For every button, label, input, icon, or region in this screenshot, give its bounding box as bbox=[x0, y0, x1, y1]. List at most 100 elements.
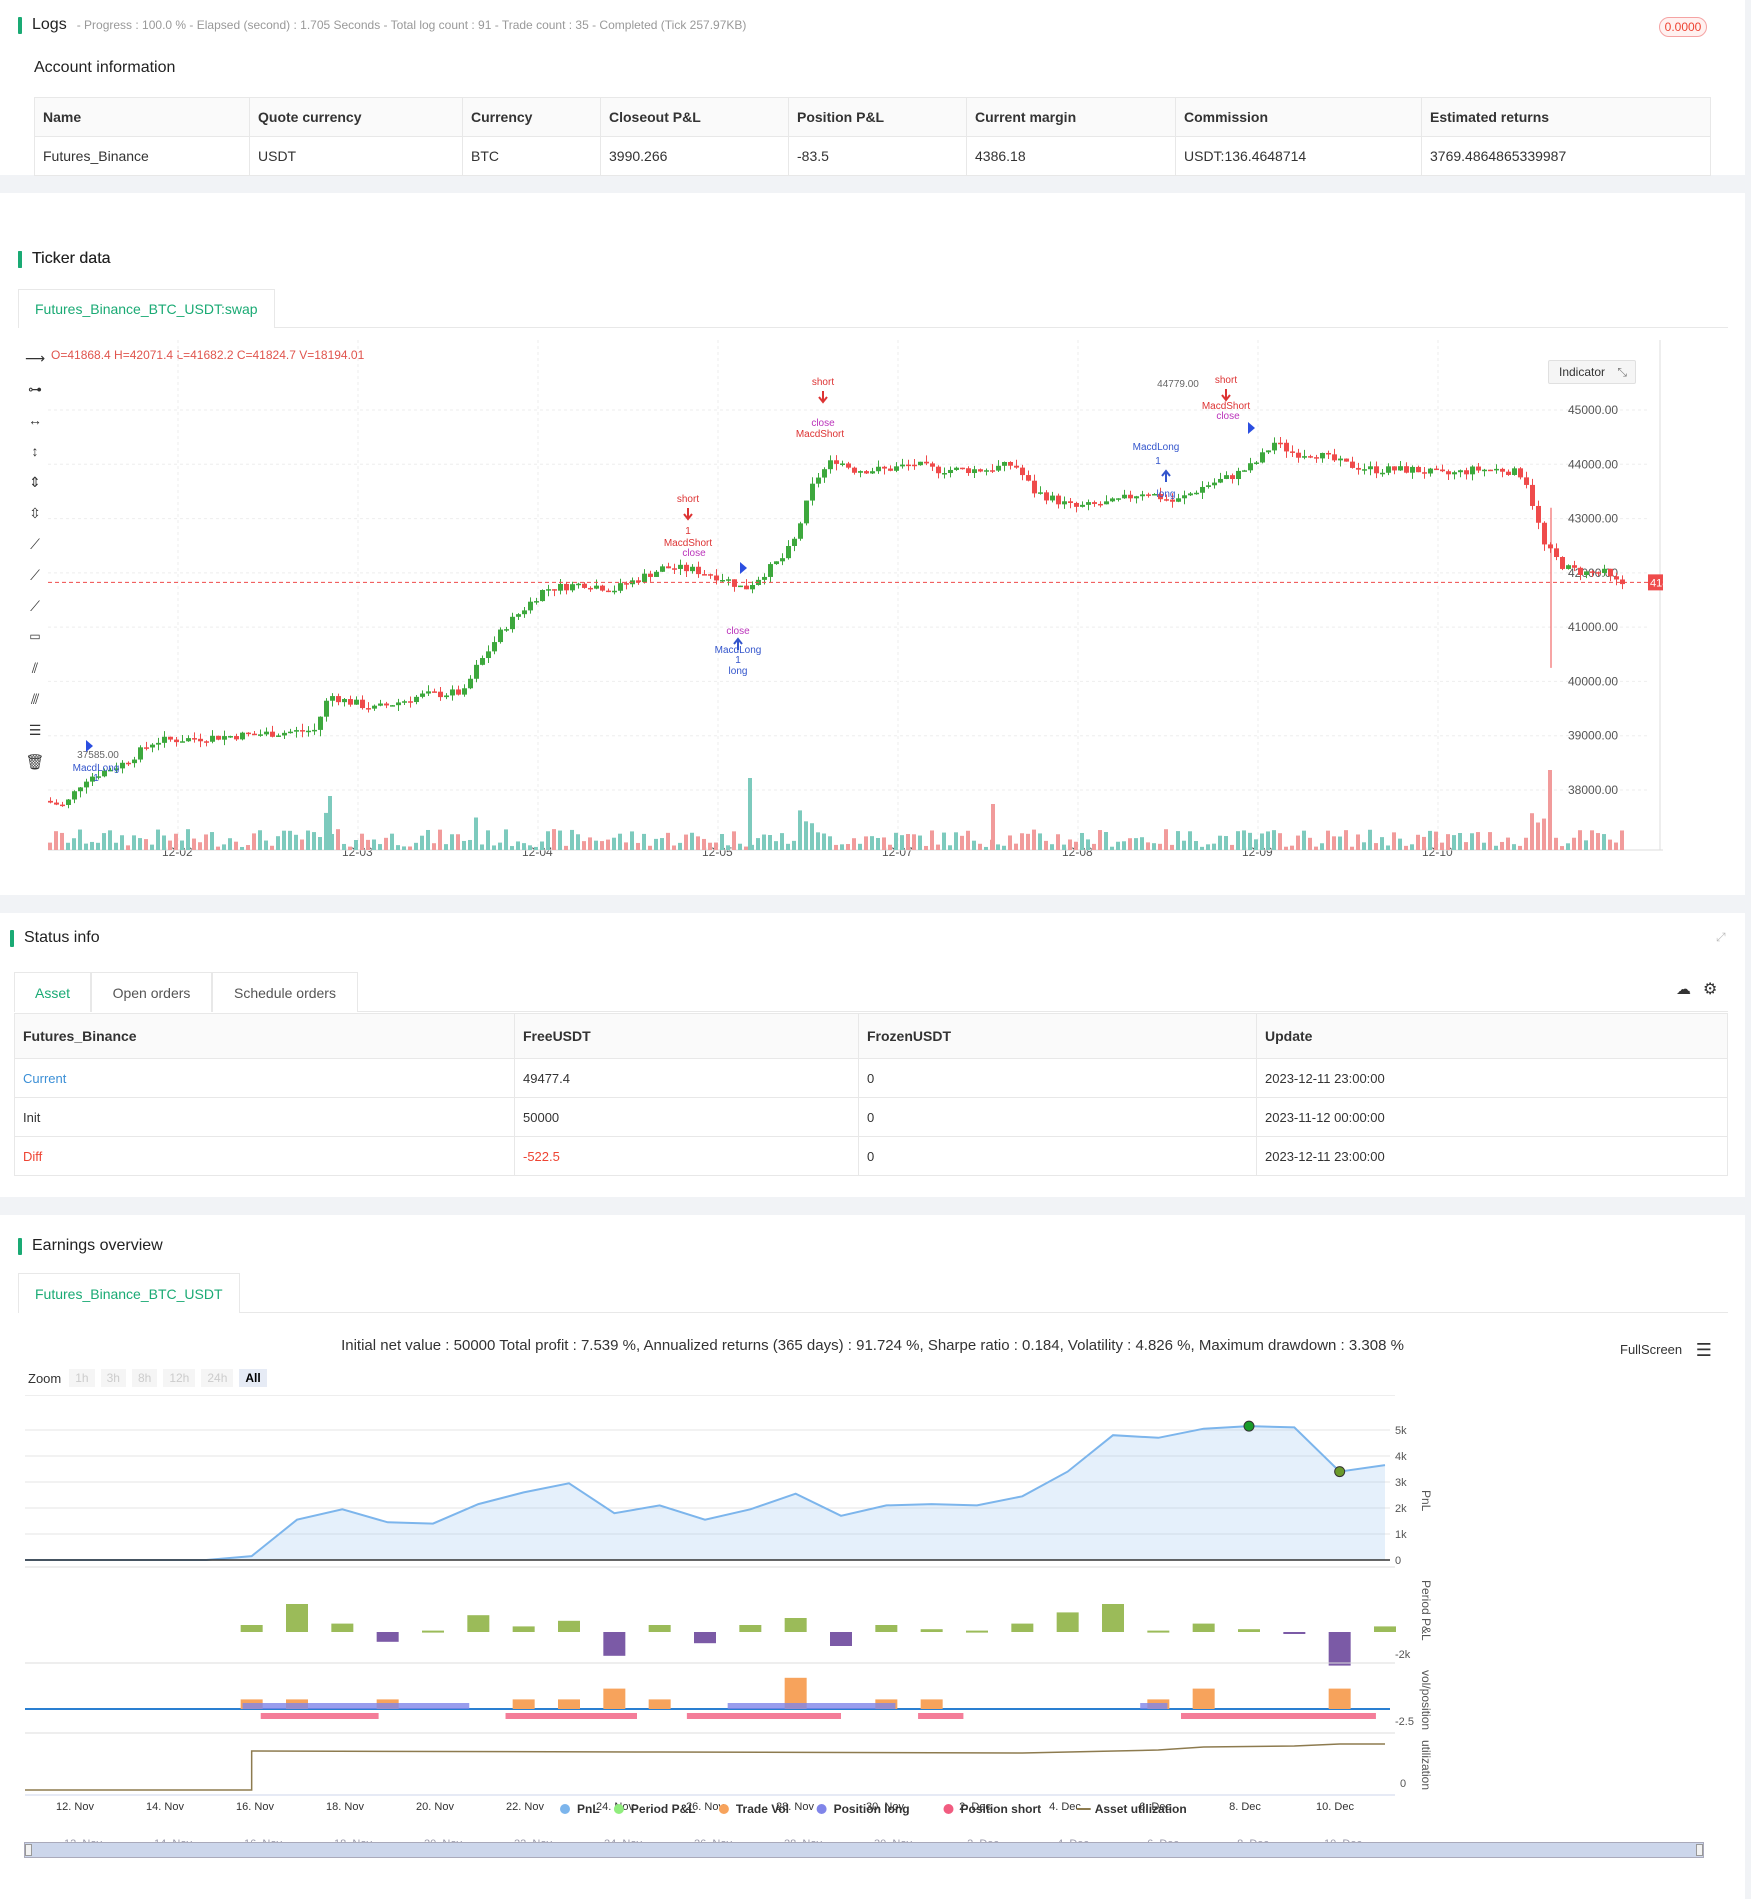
candle-body bbox=[396, 702, 401, 706]
candle-body bbox=[780, 558, 785, 562]
table-row: Init 50000 0 2023-11-12 00:00:00 bbox=[14, 1097, 1728, 1137]
candle-body bbox=[48, 800, 53, 803]
horizontal-segment-tool-icon[interactable]: ↔ bbox=[22, 412, 48, 443]
candle-body bbox=[744, 585, 749, 590]
candle-body bbox=[1362, 469, 1367, 471]
tab-ticker-symbol[interactable]: Futures_Binance_BTC_USDT:swap bbox=[18, 289, 275, 328]
volume-bar bbox=[552, 829, 556, 850]
channel-tool-icon[interactable]: ⫻ bbox=[22, 691, 48, 722]
price-tick: 44000.00 bbox=[1568, 457, 1618, 471]
candle-body bbox=[330, 696, 335, 701]
candle-body bbox=[252, 733, 257, 736]
collapse-icon[interactable]: ⤢ bbox=[1716, 930, 1726, 945]
volume-bar bbox=[600, 841, 604, 850]
tab-open-orders[interactable]: Open orders bbox=[91, 972, 212, 1012]
pnl-tick: 1k bbox=[1395, 1529, 1407, 1541]
volume-bar bbox=[1086, 839, 1090, 850]
candle-body bbox=[1572, 565, 1577, 568]
zoom-1h-button[interactable]: 1h bbox=[69, 1369, 95, 1387]
candle-body bbox=[876, 466, 881, 472]
scrollbar-handle-right[interactable] bbox=[1696, 1844, 1703, 1856]
candle-body bbox=[222, 736, 227, 740]
grid bbox=[48, 340, 1648, 850]
candle-body bbox=[1098, 503, 1103, 506]
candle-body bbox=[870, 471, 875, 474]
fullscreen-button[interactable]: FullScreen ☰ bbox=[1620, 1340, 1712, 1361]
cloud-download-icon[interactable]: ☁ bbox=[1676, 980, 1691, 998]
zoom-12h-button[interactable]: 12h bbox=[163, 1369, 196, 1387]
tab-schedule-orders[interactable]: Schedule orders bbox=[212, 972, 358, 1012]
volume-bar bbox=[504, 829, 508, 850]
candle-body bbox=[264, 731, 269, 735]
ray-line-tool-icon[interactable]: ⟋ bbox=[22, 567, 48, 598]
volume-bar bbox=[1134, 838, 1138, 850]
arrow-down-icon bbox=[1221, 389, 1231, 402]
candle-body bbox=[750, 585, 755, 590]
candlestick-chart[interactable]: 45000.0044000.0043000.0042000.0041000.00… bbox=[48, 340, 1663, 860]
candle-body bbox=[906, 464, 911, 467]
col-commission: Commission bbox=[1175, 97, 1422, 137]
parallel-lines-tool-icon[interactable]: ⫽ bbox=[22, 660, 48, 691]
volume-bar bbox=[1224, 836, 1228, 850]
navigator-scrollbar[interactable] bbox=[24, 1842, 1704, 1858]
volume-bar bbox=[1506, 837, 1510, 850]
volume-bar bbox=[1440, 842, 1444, 850]
candle-body bbox=[516, 614, 521, 617]
volume-bar bbox=[738, 843, 742, 850]
trash-icon[interactable]: 🗑 bbox=[22, 753, 48, 784]
volume-bar bbox=[1410, 844, 1414, 850]
volume-bar bbox=[720, 833, 724, 850]
vertical-ray-tool-icon[interactable]: ⇕ bbox=[22, 474, 48, 505]
date-tick: 18. Nov bbox=[326, 1801, 364, 1813]
vertical-segment-tool-icon[interactable]: ⇳ bbox=[22, 505, 48, 536]
candle-body bbox=[492, 642, 497, 652]
horizontal-ray-tool-icon[interactable]: ⊶ bbox=[22, 381, 48, 412]
zoom-24h-button[interactable]: 24h bbox=[201, 1369, 234, 1387]
price-line-tool-icon[interactable]: ▭ bbox=[22, 629, 48, 660]
volume-bar bbox=[102, 833, 106, 850]
zoom-3h-button[interactable]: 3h bbox=[100, 1369, 126, 1387]
tab-asset[interactable]: Asset bbox=[14, 972, 91, 1012]
segment-tool-icon[interactable]: ⟋ bbox=[22, 598, 48, 629]
candle-body bbox=[402, 701, 407, 703]
earnings-title: Earnings overview bbox=[18, 1237, 163, 1255]
candle-body bbox=[1140, 494, 1145, 497]
horizontal-line-tool-icon[interactable]: ⟶ bbox=[22, 350, 48, 381]
volume-bar bbox=[1524, 837, 1528, 850]
trend-line-tool-icon[interactable]: ⟋ bbox=[22, 536, 48, 567]
volume-bar bbox=[594, 840, 598, 850]
zoom-8h-button[interactable]: 8h bbox=[131, 1369, 158, 1387]
legend-item: Period P&L bbox=[631, 1802, 696, 1816]
legend-symbol bbox=[718, 1804, 729, 1814]
cell: 2023-11-12 00:00:00 bbox=[1256, 1097, 1728, 1137]
candle-body bbox=[582, 583, 587, 588]
low-price-label: 37585.00 bbox=[77, 750, 119, 761]
period-pnl-bar bbox=[1011, 1623, 1034, 1632]
earnings-chart[interactable]: 5k 4k 3k 2k 1k 0 PnL -2k Period P&L -2.5 vol/posit… bbox=[20, 1395, 1740, 1865]
candle-body bbox=[1260, 452, 1265, 463]
col-frozen-usdt: FrozenUSDT bbox=[858, 1013, 1257, 1059]
candles bbox=[48, 436, 1625, 809]
volume-bar bbox=[156, 829, 160, 850]
volume-bar bbox=[570, 829, 574, 850]
gear-icon[interactable]: ⚙ bbox=[1703, 979, 1717, 999]
candle-body bbox=[1038, 492, 1043, 494]
fullscreen-label: FullScreen bbox=[1620, 1342, 1683, 1357]
tab-earnings-symbol[interactable]: Futures_Binance_BTC_USDT bbox=[18, 1273, 240, 1313]
cell: 2023-12-11 23:00:00 bbox=[1256, 1136, 1728, 1176]
scrollbar-handle-left[interactable] bbox=[25, 1844, 32, 1856]
candle-body bbox=[504, 629, 509, 631]
candle-body bbox=[300, 730, 305, 732]
vertical-line-tool-icon[interactable]: ↕ bbox=[22, 443, 48, 474]
util-tick: 0 bbox=[1400, 1778, 1406, 1790]
fibonacci-tool-icon[interactable]: ☰ bbox=[22, 722, 48, 753]
axis-title: Period P&L bbox=[1419, 1580, 1433, 1641]
candle-body bbox=[534, 601, 539, 603]
logs-title: Logs - Progress : 100.0 % - Elapsed (sec… bbox=[18, 16, 746, 34]
volume-bar bbox=[906, 834, 910, 850]
candle-body bbox=[234, 736, 239, 740]
volume-bar bbox=[576, 834, 580, 850]
volume-bar bbox=[1080, 832, 1084, 850]
zoom-all-button[interactable]: All bbox=[239, 1369, 267, 1387]
row-name: Current bbox=[14, 1058, 515, 1098]
